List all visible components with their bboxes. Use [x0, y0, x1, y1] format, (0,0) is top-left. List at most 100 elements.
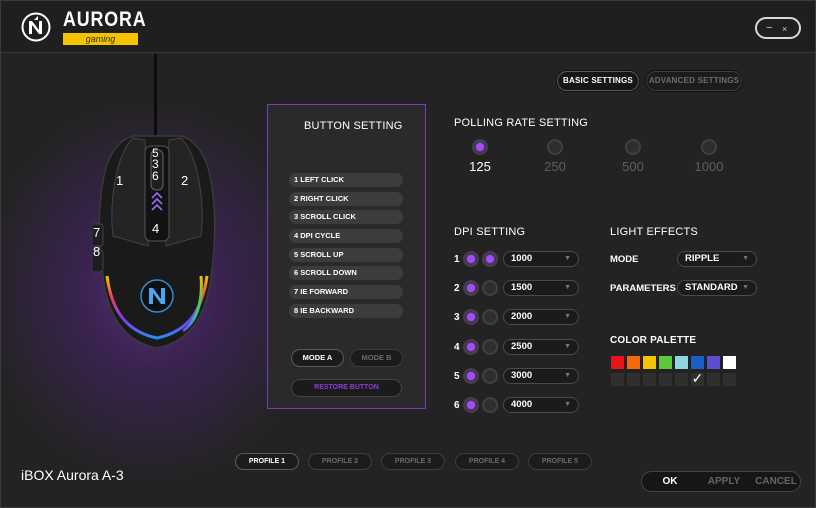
title-bar: AURORA gaming − × — [1, 1, 815, 53]
button-assign-1[interactable]: 1 LEFT CLICK — [289, 173, 403, 187]
dpi-select-radio[interactable] — [482, 280, 498, 296]
light-parameters-label: PARAMETERS — [610, 283, 676, 294]
button-assign-8[interactable]: 8 IE BACKWARD — [289, 304, 403, 318]
tab-basic-settings[interactable]: BASIC SETTINGS — [557, 71, 639, 91]
dpi-row-number: 5 — [454, 371, 460, 382]
profile-tab-4[interactable]: PROFILE 4 — [455, 453, 519, 470]
polling-radio-125[interactable] — [472, 139, 488, 155]
color-swatch-empty[interactable] — [723, 373, 736, 386]
chevron-down-icon: ▼ — [742, 255, 749, 262]
chevron-down-icon: ▼ — [564, 255, 571, 262]
cancel-button[interactable]: CANCEL — [750, 472, 802, 491]
mouse-label-4: 4 — [152, 221, 160, 236]
window-controls: − × — [755, 17, 801, 39]
dpi-setting-title: DPI SETTING — [454, 226, 526, 238]
color-swatch[interactable] — [643, 356, 656, 369]
chevron-down-icon: ▼ — [564, 401, 571, 408]
chevron-down-icon: ▼ — [564, 284, 571, 291]
button-assign-6[interactable]: 6 SCROLL DOWN — [289, 266, 403, 280]
color-swatch[interactable] — [611, 356, 624, 369]
light-parameters-select[interactable]: STANDARD ▼ — [677, 280, 757, 296]
color-swatch[interactable] — [659, 356, 672, 369]
close-button[interactable]: × — [782, 22, 787, 36]
light-mode-value: RIPPLE — [685, 253, 720, 264]
dpi-value-text: 2500 — [511, 341, 533, 352]
device-name: iBOX Aurora A-3 — [21, 467, 124, 483]
color-swatch-empty[interactable] — [707, 373, 720, 386]
chevron-down-icon: ▼ — [564, 372, 571, 379]
color-swatch-empty[interactable] — [627, 373, 640, 386]
profile-tab-1[interactable]: PROFILE 1 — [235, 453, 299, 470]
dpi-value-select[interactable]: 3000 ▼ — [503, 368, 579, 384]
polling-value-500: 500 — [622, 159, 644, 174]
profile-tab-2[interactable]: PROFILE 2 — [308, 453, 372, 470]
dpi-select-radio[interactable] — [482, 368, 498, 384]
dpi-select-radio[interactable] — [482, 397, 498, 413]
color-swatch-empty[interactable] — [675, 373, 688, 386]
brand-name: AURORA — [63, 8, 147, 31]
mode-a-button[interactable]: MODE A — [291, 349, 344, 367]
polling-value-1000: 1000 — [694, 159, 724, 174]
dpi-enable-toggle[interactable] — [463, 280, 479, 296]
button-assign-2[interactable]: 2 RIGHT CLICK — [289, 192, 403, 206]
color-swatch-empty[interactable] — [643, 373, 656, 386]
dpi-value-text: 3000 — [511, 370, 533, 381]
polling-radio-250[interactable] — [547, 139, 563, 155]
profile-tab-3[interactable]: PROFILE 3 — [381, 453, 445, 470]
dpi-value-select[interactable]: 1500 ▼ — [503, 280, 579, 296]
polling-radio-500[interactable] — [625, 139, 641, 155]
ok-button[interactable]: OK — [642, 472, 698, 491]
mouse-cable — [154, 54, 157, 136]
button-assign-7[interactable]: 7 IE FORWARD — [289, 285, 403, 299]
dpi-select-radio[interactable] — [482, 339, 498, 355]
dpi-value-text: 4000 — [511, 399, 533, 410]
button-assign-3[interactable]: 3 SCROLL CLICK — [289, 210, 403, 224]
light-effects-title: LIGHT EFFECTS — [610, 226, 698, 238]
chevron-down-icon: ▼ — [742, 284, 749, 291]
chevron-down-icon: ▼ — [564, 343, 571, 350]
mouse-label-2: 2 — [181, 173, 189, 188]
color-swatch[interactable] — [627, 356, 640, 369]
light-mode-label: MODE — [610, 254, 639, 265]
brand-subtitle: gaming — [63, 33, 138, 45]
button-setting-panel: BUTTON SETTING 1 LEFT CLICK 2 RIGHT CLIC… — [267, 104, 426, 409]
light-mode-select[interactable]: RIPPLE ▼ — [677, 251, 757, 267]
color-swatch[interactable] — [723, 356, 736, 369]
color-swatch[interactable] — [707, 356, 720, 369]
restore-button[interactable]: RESTORE BUTTON — [291, 379, 402, 397]
button-assign-4[interactable]: 4 DPI CYCLE — [289, 229, 403, 243]
color-palette-title: COLOR PALETTE — [610, 335, 697, 346]
color-swatch-empty[interactable] — [659, 373, 672, 386]
dpi-value-text: 1000 — [511, 253, 533, 264]
color-swatch-empty[interactable]: ✓ — [691, 370, 704, 386]
dpi-enable-toggle[interactable] — [463, 339, 479, 355]
app-window: AURORA gaming − × BASIC SETTINGS ADVANCE… — [0, 0, 816, 508]
dpi-enable-toggle[interactable] — [463, 397, 479, 413]
dpi-value-select[interactable]: 2000 ▼ — [503, 309, 579, 325]
dpi-value-select[interactable]: 4000 ▼ — [503, 397, 579, 413]
dpi-row-number: 3 — [454, 312, 460, 323]
dpi-row-number: 1 — [454, 254, 460, 265]
button-assign-5[interactable]: 5 SCROLL UP — [289, 248, 403, 262]
apply-button[interactable]: APPLY — [698, 472, 750, 491]
mode-b-button[interactable]: MODE B — [350, 349, 403, 367]
dpi-enable-toggle[interactable] — [463, 251, 479, 267]
light-parameters-value: STANDARD — [685, 282, 738, 293]
dpi-value-select[interactable]: 1000 ▼ — [503, 251, 579, 267]
mouse-label-6: 6 — [152, 169, 159, 183]
dpi-value-text: 2000 — [511, 311, 533, 322]
mouse-label-7: 7 — [93, 225, 101, 240]
button-setting-title: BUTTON SETTING — [304, 120, 403, 132]
dpi-enable-toggle[interactable] — [463, 309, 479, 325]
tab-advanced-settings[interactable]: ADVANCED SETTINGS — [646, 71, 742, 91]
minimize-button[interactable]: − — [766, 21, 772, 35]
polling-radio-1000[interactable] — [701, 139, 717, 155]
color-swatch-empty[interactable] — [611, 373, 624, 386]
color-swatch[interactable] — [691, 356, 704, 369]
dpi-select-radio[interactable] — [482, 251, 498, 267]
dpi-select-radio[interactable] — [482, 309, 498, 325]
dpi-enable-toggle[interactable] — [463, 368, 479, 384]
color-swatch[interactable] — [675, 356, 688, 369]
dpi-value-select[interactable]: 2500 ▼ — [503, 339, 579, 355]
profile-tab-5[interactable]: PROFILE 5 — [528, 453, 592, 470]
